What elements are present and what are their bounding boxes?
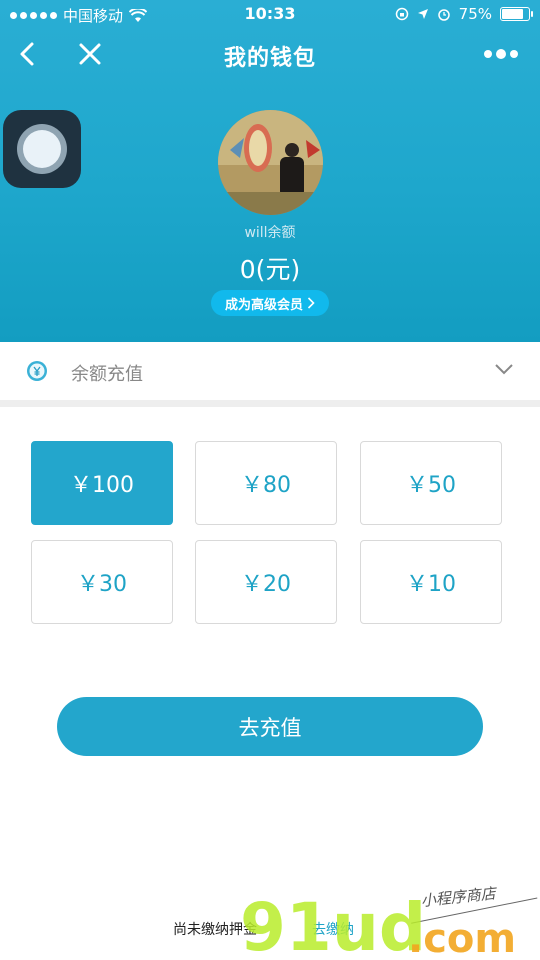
more-dots-icon[interactable]	[484, 42, 520, 66]
yen-refresh-icon	[27, 361, 47, 381]
status-bar: 中国移动 10:33 75%	[0, 0, 540, 28]
watermark-logo: 小程序商店 91ud .com	[240, 884, 538, 960]
upgrade-vip-button[interactable]: 成为高级会员	[211, 290, 329, 316]
nav-bar: 我的钱包	[0, 28, 540, 80]
assistive-touch-ring	[17, 124, 67, 174]
amount-label: ￥30	[77, 572, 127, 597]
assistive-touch-button[interactable]	[3, 110, 81, 188]
user-nickname: will余额	[244, 225, 296, 241]
amount-label: ￥10	[406, 572, 456, 597]
amount-option-20[interactable]: ￥20	[195, 540, 337, 624]
chevron-down-icon	[495, 364, 513, 375]
orientation-lock-icon	[395, 7, 408, 21]
status-right: 75%	[395, 5, 533, 23]
alarm-icon	[437, 9, 450, 21]
chevron-right-icon	[307, 297, 315, 309]
avatar-photo	[218, 110, 323, 215]
balance-amount: 0(元)	[239, 255, 301, 284]
battery-icon	[500, 7, 533, 21]
amount-label: ￥80	[241, 473, 291, 498]
recharge-label: 余额充值	[71, 364, 143, 385]
recharge-submit-button[interactable]: 去充值	[57, 697, 483, 756]
amount-label: ￥50	[406, 473, 456, 498]
amount-option-10[interactable]: ￥10	[360, 540, 502, 624]
amount-option-80[interactable]: ￥80	[195, 441, 337, 525]
battery-percent: 75%	[458, 5, 492, 23]
location-icon	[417, 9, 428, 19]
amount-option-50[interactable]: ￥50	[360, 441, 502, 525]
upgrade-vip-label: 成为高级会员	[224, 297, 303, 313]
pay-deposit-link[interactable]: 去缴纳	[312, 919, 354, 939]
amount-option-30[interactable]: ￥30	[31, 540, 173, 624]
deposit-status-text: 尚未缴纳押金	[173, 922, 257, 938]
balance-recharge-row[interactable]: 余额充值	[0, 342, 540, 407]
amount-option-100[interactable]: ￥100	[31, 441, 173, 525]
amount-label: ￥100	[70, 473, 134, 498]
amount-label: ￥20	[241, 572, 291, 597]
avatar[interactable]	[218, 110, 323, 215]
page-title: 我的钱包	[223, 46, 316, 71]
watermark-sub: .com	[408, 916, 516, 960]
watermark-tagline: 小程序商店	[420, 884, 498, 910]
recharge-submit-label: 去充值	[238, 715, 302, 740]
